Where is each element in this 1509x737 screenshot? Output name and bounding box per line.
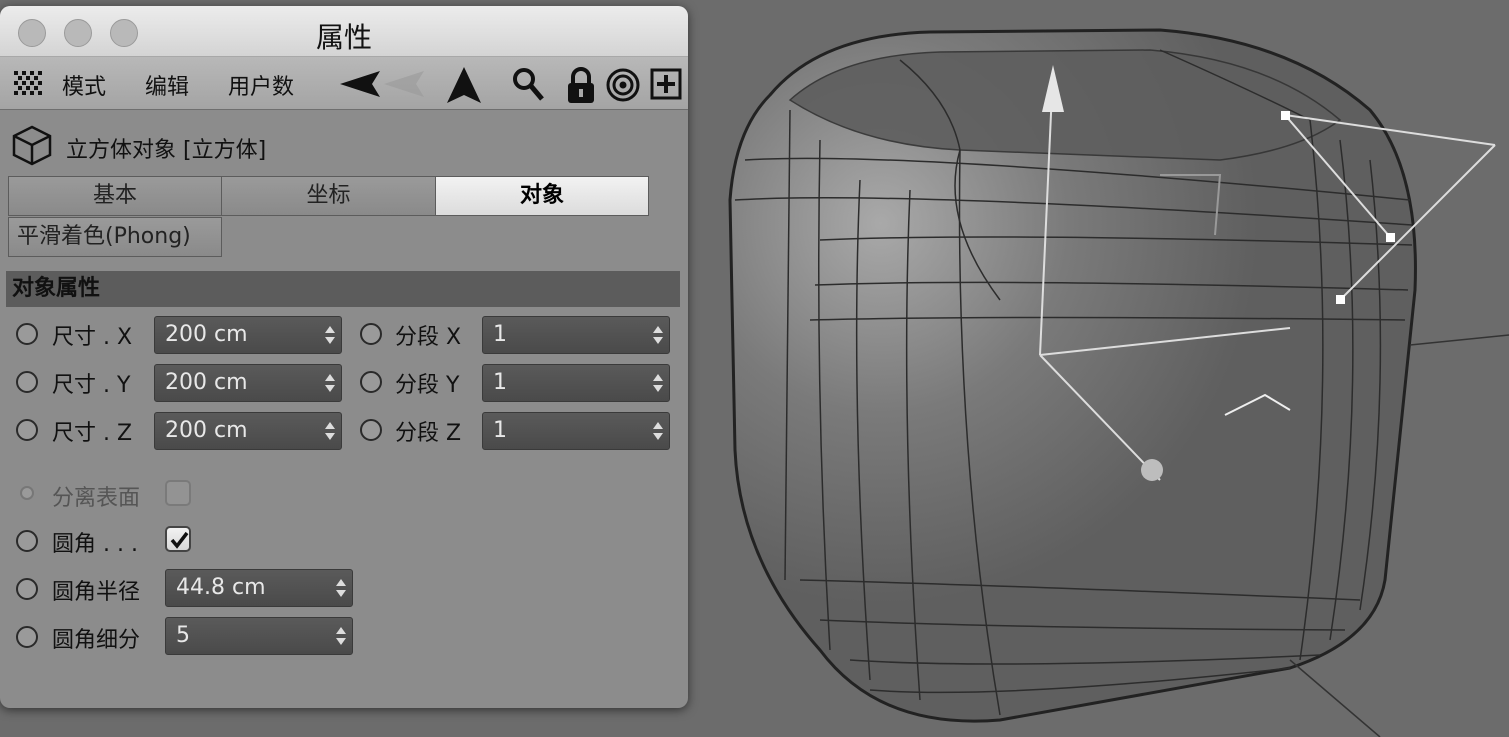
fillet-radius-value: 44.8 cm	[176, 575, 266, 600]
section-object-properties: 对象属性	[6, 271, 680, 307]
spinner-icon[interactable]	[325, 374, 335, 392]
spinner-icon[interactable]	[653, 374, 663, 392]
title-bar: 属性	[0, 6, 688, 57]
size-y-value: 200 cm	[165, 370, 248, 395]
search-icon[interactable]	[512, 67, 544, 101]
menu-bar: 模式 编辑 用户数	[0, 57, 688, 110]
size-x-label: 尺寸 . X	[52, 325, 133, 350]
segments-y-radio[interactable]	[360, 371, 382, 393]
size-x-radio[interactable]	[16, 323, 38, 345]
size-z-field[interactable]: 200 cm	[154, 412, 342, 450]
tab-phong[interactable]: 平滑着色(Phong)	[8, 217, 222, 257]
grid-icon[interactable]	[14, 71, 42, 95]
spinner-icon[interactable]	[336, 579, 346, 597]
segments-y-field[interactable]: 1	[482, 364, 670, 402]
spinner-icon[interactable]	[336, 627, 346, 645]
segments-x-label: 分段 X	[395, 325, 462, 350]
up-arrow-icon[interactable]	[447, 67, 481, 103]
lock-icon[interactable]	[566, 67, 596, 103]
cube-icon	[12, 125, 52, 166]
new-panel-icon[interactable]	[650, 68, 682, 100]
spinner-icon[interactable]	[325, 422, 335, 440]
fillet-label: 圆角 . . .	[52, 532, 138, 557]
size-z-value: 200 cm	[165, 418, 248, 443]
size-y-radio[interactable]	[16, 371, 38, 393]
separate-surfaces-checkbox[interactable]	[165, 480, 191, 506]
tab-object[interactable]: 对象	[435, 176, 649, 216]
segments-x-radio[interactable]	[360, 323, 382, 345]
segments-x-value: 1	[493, 322, 507, 347]
fillet-radius-field[interactable]: 44.8 cm	[165, 569, 353, 607]
object-title: 立方体对象 [立方体]	[66, 138, 267, 163]
fillet-subdivision-value: 5	[176, 623, 190, 648]
target-icon[interactable]	[606, 68, 640, 102]
size-z-radio[interactable]	[16, 419, 38, 441]
segments-z-field[interactable]: 1	[482, 412, 670, 450]
fillet-radius-label: 圆角半径	[52, 580, 141, 605]
spinner-icon[interactable]	[325, 326, 335, 344]
back-arrow-icon[interactable]	[340, 69, 424, 99]
tab-basic[interactable]: 基本	[8, 176, 222, 216]
window-title: 属性	[315, 21, 372, 54]
separate-surfaces-radio	[20, 486, 34, 500]
menu-user-data[interactable]: 用户数	[228, 69, 294, 101]
segments-y-label: 分段 Y	[395, 373, 460, 398]
size-y-label: 尺寸 . Y	[52, 373, 131, 398]
segments-z-radio[interactable]	[360, 419, 382, 441]
size-x-field[interactable]: 200 cm	[154, 316, 342, 354]
segments-z-value: 1	[493, 418, 507, 443]
size-z-label: 尺寸 . Z	[52, 421, 133, 446]
segments-z-label: 分段 Z	[395, 421, 462, 446]
segments-y-value: 1	[493, 370, 507, 395]
menu-mode[interactable]: 模式	[62, 69, 106, 101]
checkmark-icon	[170, 531, 189, 549]
fillet-radio[interactable]	[16, 530, 38, 552]
fillet-subdivision-radio[interactable]	[16, 626, 38, 648]
menu-edit[interactable]: 编辑	[145, 69, 189, 101]
size-y-field[interactable]: 200 cm	[154, 364, 342, 402]
fillet-checkbox[interactable]	[165, 526, 191, 552]
segments-x-field[interactable]: 1	[482, 316, 670, 354]
tab-coordinates[interactable]: 坐标	[221, 176, 436, 216]
fillet-subdivision-field[interactable]: 5	[165, 617, 353, 655]
attributes-panel: 属性 模式 编辑 用户数 立方体对象 [立方体] 基本 坐标 对象 平滑着色(P…	[0, 6, 688, 708]
spinner-icon[interactable]	[653, 326, 663, 344]
spinner-icon[interactable]	[653, 422, 663, 440]
separate-surfaces-label: 分离表面	[52, 486, 141, 511]
size-x-value: 200 cm	[165, 322, 248, 347]
fillet-subdivision-label: 圆角细分	[52, 628, 141, 653]
fillet-radius-radio[interactable]	[16, 578, 38, 600]
